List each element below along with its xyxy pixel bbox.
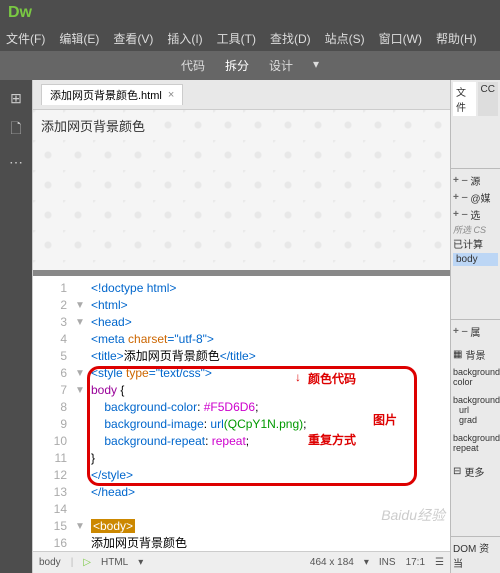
status-position: 17:1 (406, 557, 425, 568)
prop-bgimg[interactable]: background (453, 395, 498, 405)
document-tabs: 添加网页背景颜色.html × (33, 80, 450, 110)
status-lang[interactable]: HTML (101, 557, 128, 568)
panel-bg[interactable]: 背景 (465, 347, 485, 362)
panel-attrs[interactable]: 属 (470, 324, 480, 339)
panel-tab-cc[interactable]: CC (478, 82, 498, 116)
panel-selectors[interactable]: 选 (470, 207, 480, 222)
prop-bgrepeat[interactable]: background-repeat (453, 433, 498, 453)
status-ins: INS (379, 557, 396, 568)
view-design[interactable]: 设计 (269, 57, 293, 74)
menu-edit[interactable]: 编辑(E) (59, 30, 99, 47)
panel-tab-file[interactable]: 文件 (453, 82, 476, 116)
menu-window[interactable]: 窗口(W) (379, 30, 422, 47)
preview-text: 添加网页背景颜色 (41, 116, 145, 135)
titlebar: Dw (0, 0, 500, 26)
view-dropdown-icon[interactable]: ▾ (313, 57, 319, 74)
view-split[interactable]: 拆分 (225, 57, 249, 74)
menu-find[interactable]: 查找(D) (270, 30, 311, 47)
left-toolbar: ⊞ 🗋 ⋯ (0, 80, 32, 573)
panel-curr[interactable]: 当 (453, 559, 463, 570)
prop-grad: grad (459, 415, 498, 425)
tab-label: 添加网页背景颜色.html (50, 87, 162, 103)
view-mode-bar: 代码 拆分 设计 ▾ (0, 51, 500, 80)
prop-url: url (459, 405, 498, 415)
code-editor[interactable]: 1<!doctype html> 2▼<html> 3▼<head> 4<met… (33, 276, 450, 551)
close-tab-icon[interactable]: × (168, 89, 174, 101)
status-play-icon[interactable]: ▷ (83, 557, 91, 568)
menu-insert[interactable]: 插入(I) (167, 30, 202, 47)
menu-help[interactable]: 帮助(H) (436, 30, 477, 47)
document-tab[interactable]: 添加网页背景颜色.html × (41, 84, 183, 105)
tool-more-icon[interactable]: ⋯ (6, 152, 26, 172)
view-code[interactable]: 代码 (181, 57, 205, 74)
status-dimensions[interactable]: 464 x 184 (310, 557, 354, 568)
panel-dom[interactable]: DOM (453, 544, 476, 555)
menu-file[interactable]: 文件(F) (6, 30, 45, 47)
status-bar: body | ▷ HTML ▾ 464 x 184 ▾ INS 17:1 ☰ (33, 551, 450, 573)
tool-file-icon[interactable]: 🗋 (6, 120, 26, 140)
prop-bgcolor[interactable]: background-color (453, 367, 498, 387)
right-panels: 文件 CC +–源 +–@媒 +–选 所选 CS 已计算 body +–属 ▦背… (450, 80, 500, 573)
panel-res[interactable]: 资 (479, 544, 489, 555)
menubar: 文件(F) 编辑(E) 查看(V) 插入(I) 工具(T) 查找(D) 站点(S… (0, 26, 500, 51)
menu-view[interactable]: 查看(V) (113, 30, 153, 47)
menu-tools[interactable]: 工具(T) (217, 30, 256, 47)
panel-more[interactable]: 更多 (464, 464, 484, 479)
status-encoding-icon[interactable]: ☰ (435, 557, 444, 568)
design-preview[interactable]: 添加网页背景颜色 (33, 110, 450, 270)
app-logo: Dw (8, 4, 32, 22)
status-path[interactable]: body (39, 557, 61, 568)
menu-site[interactable]: 站点(S) (325, 30, 365, 47)
panel-media[interactable]: @媒 (470, 190, 490, 205)
selector-body[interactable]: body (453, 253, 498, 266)
panel-sources[interactable]: 源 (470, 173, 480, 188)
panel-computed[interactable]: 已计算 (453, 236, 498, 251)
tool-expand-icon[interactable]: ⊞ (6, 88, 26, 108)
